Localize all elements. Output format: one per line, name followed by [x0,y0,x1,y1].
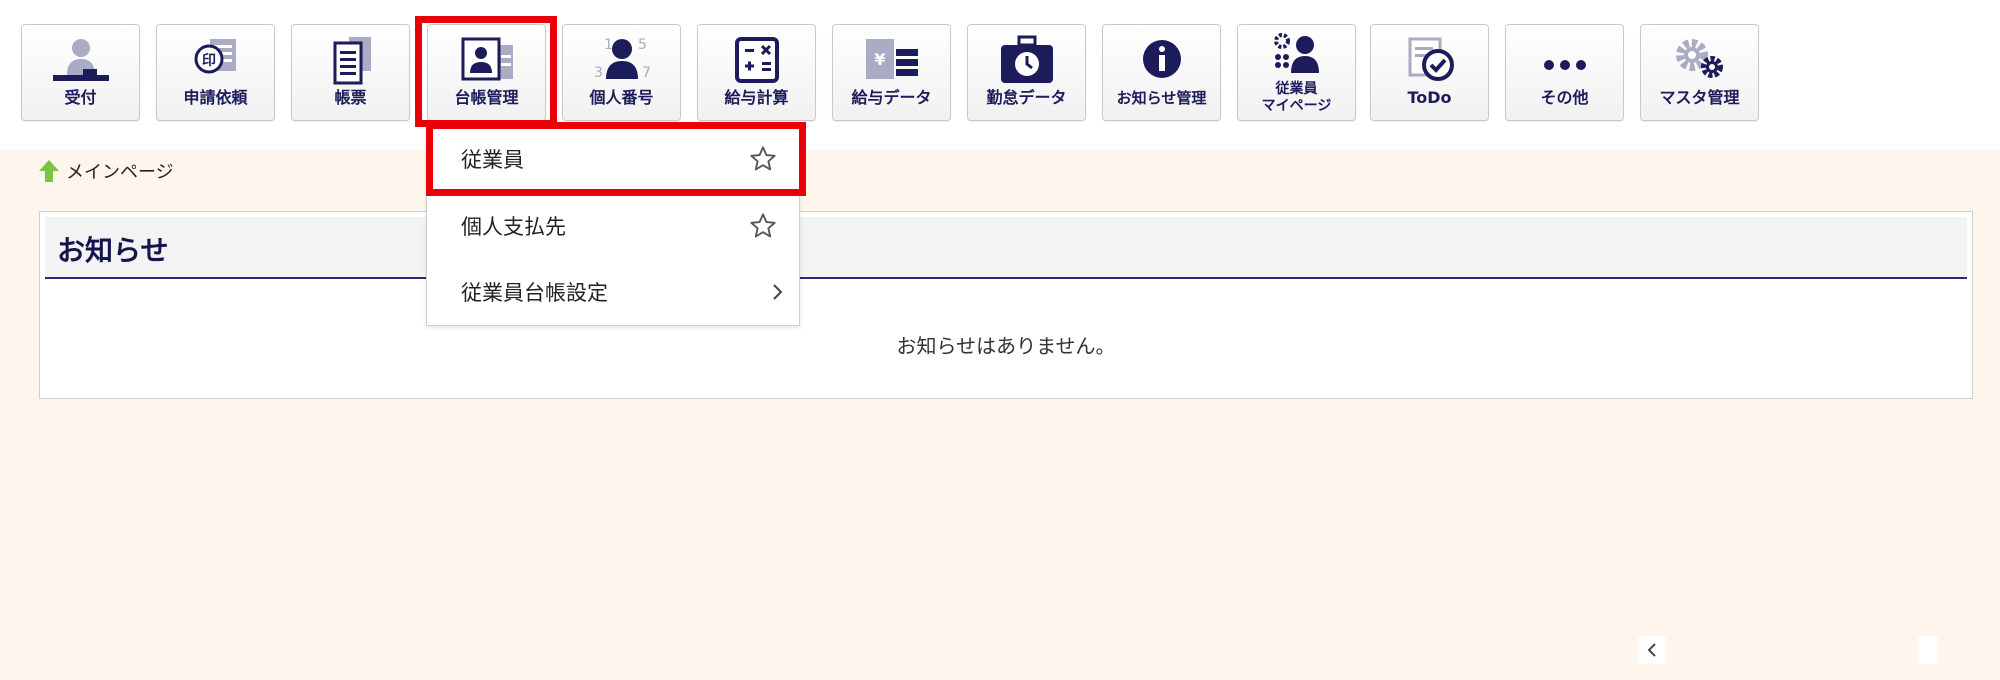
toolbar-label: 帳票 [334,88,367,107]
attendance-icon [995,35,1059,85]
toolbar-button-master[interactable]: マスタ管理 [1640,24,1759,121]
top-toolbar: 受付 印 申請依頼 帳票 台帳管理 1 5 3 7 個人番号 給与計算 ¥ 給与… [0,0,2000,150]
highlight-box-ledger [415,16,557,127]
toolbar-button-notices[interactable]: お知らせ管理 [1102,24,1221,121]
breadcrumb[interactable]: メインページ [38,158,174,184]
mynumber-icon: 1 5 3 7 [590,35,654,85]
notice-empty-message: お知らせはありません。 [896,334,1116,358]
info-icon [1130,35,1194,85]
notice-title: お知らせ [57,234,169,267]
forms-icon [319,35,383,85]
toolbar-label: 申請依頼 [183,88,248,107]
toolbar-label: 勤怠データ [986,88,1067,107]
pager-prev-button[interactable] [1638,636,1666,664]
svg-text:¥: ¥ [874,50,885,69]
gear-icon [1668,35,1732,85]
toolbar-button-mynumber[interactable]: 1 5 3 7 個人番号 [562,24,681,121]
calculator-icon [725,35,789,85]
svg-text:5: 5 [638,37,647,53]
chevron-left-icon [1647,643,1656,657]
toolbar-button-forms[interactable]: 帳票 [291,24,410,121]
toolbar-label-line1: 従業員 [1275,81,1318,97]
menu-item-label: 個人支払先 [461,215,566,239]
breadcrumb-home-link[interactable]: メインページ [66,158,174,184]
toolbar-button-request[interactable]: 印 申請依頼 [156,24,275,121]
chevron-right-icon [773,284,783,300]
toolbar-label: 受付 [64,88,97,107]
svg-text:印: 印 [202,52,216,69]
toolbar-label: マスタ管理 [1659,88,1740,107]
toolbar-button-others[interactable]: その他 [1505,24,1624,121]
toolbar-label-line2: マイページ [1261,98,1332,114]
home-arrow-icon [39,160,59,182]
more-icon [1533,35,1597,85]
svg-text:1: 1 [604,37,613,53]
toolbar-label: 従業員 マイページ [1238,81,1355,115]
toolbar-button-attendance[interactable]: 勤怠データ [967,24,1086,121]
toolbar-label: その他 [1540,88,1589,107]
toolbar-button-paydata[interactable]: ¥ 給与データ [832,24,951,121]
reception-icon [49,35,113,85]
toolbar-label: 給与データ [851,88,932,107]
employee-mypage-icon [1265,31,1329,81]
svg-text:3: 3 [594,65,603,81]
notice-panel: お知らせ お知らせはありません。 [39,211,1973,399]
menu-item-individual-payee[interactable]: 個人支払先 [427,193,799,259]
toolbar-button-todo[interactable]: ToDo [1370,24,1489,121]
menu-item-label: 従業員台帳設定 [461,281,608,305]
toolbar-button-employee-mypage[interactable]: 従業員 マイページ [1237,24,1356,121]
toolbar-label: ToDo [1407,88,1452,107]
todo-icon [1398,35,1462,85]
notice-header: お知らせ [45,217,1967,279]
star-icon[interactable] [749,212,777,240]
toolbar-label: 個人番号 [589,88,654,107]
toolbar-button-payroll[interactable]: 給与計算 [697,24,816,121]
menu-item-employee-ledger-settings[interactable]: 従業員台帳設定 [427,259,799,325]
toolbar-label: お知らせ管理 [1116,89,1207,107]
toolbar-label: 給与計算 [724,88,789,107]
svg-text:7: 7 [642,65,651,81]
seal-request-icon: 印 [184,35,248,85]
toolbar-button-reception[interactable]: 受付 [21,24,140,121]
pay-data-icon: ¥ [860,35,924,85]
pager-next-button[interactable] [1918,636,1938,664]
highlight-box-employee [426,122,806,196]
